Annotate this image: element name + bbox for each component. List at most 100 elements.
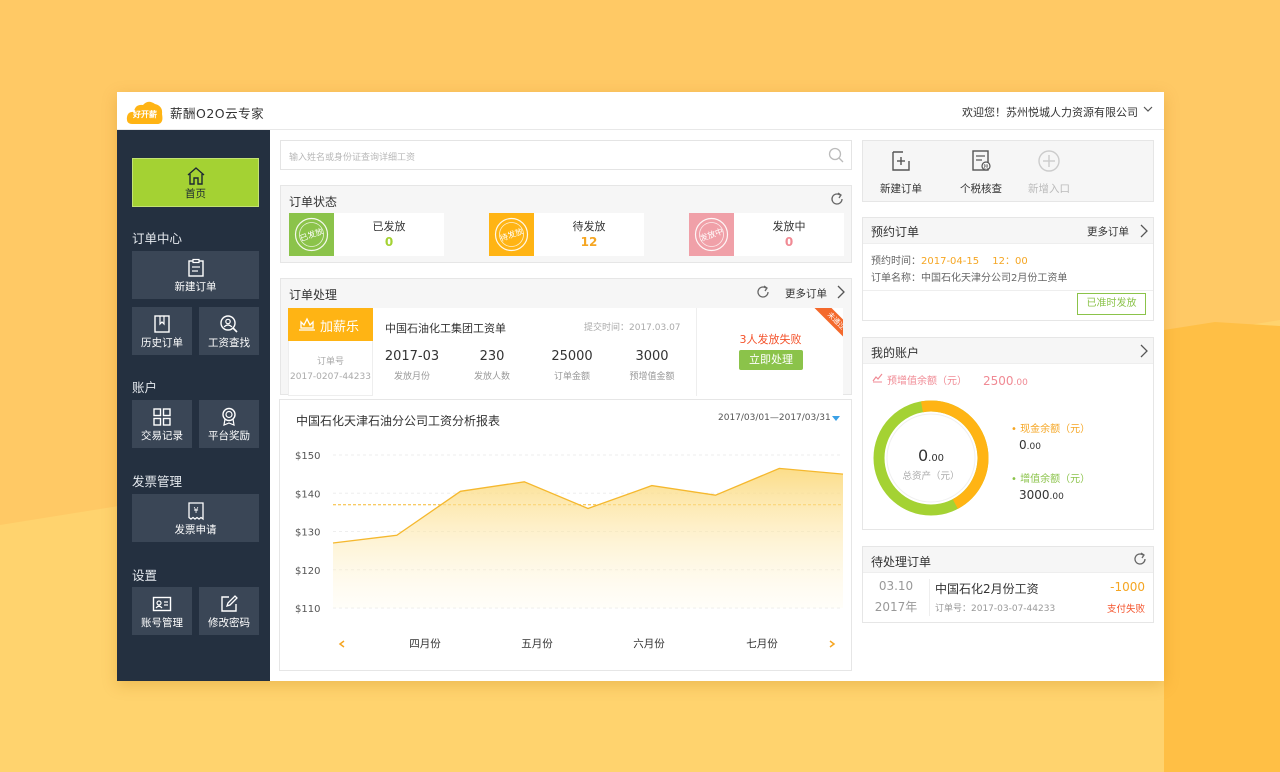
status-card-issued[interactable]: 已发放 已发放 0	[289, 213, 444, 256]
metric-headcount: 230 发放人数	[452, 349, 532, 382]
sidebar-item-label: 首页	[185, 188, 206, 200]
tool-label: 新建订单	[880, 183, 922, 195]
salary-chart-panel: 中国石化天津石油分公司工资分析报表 2017/03/01—2017/03/31 …	[279, 399, 852, 671]
receipt-icon: ¥	[187, 502, 204, 521]
metric-amount: 25000 订单金额	[532, 349, 612, 382]
stamp-issued-icon: 已发放	[289, 213, 334, 256]
submit-time: 提交时间：2017.03.07	[584, 323, 681, 333]
sidebar-item-label: 修改密码	[208, 617, 250, 629]
pending-order-no: 订单号：2017-03-07-44233	[935, 604, 1056, 614]
status-ribbon: 未通过	[809, 308, 843, 342]
sidebar-item-rewards[interactable]: 平台奖励	[199, 400, 259, 448]
account-title: 我的账户	[871, 346, 920, 360]
tool-new-order[interactable]: 新建订单	[865, 149, 937, 197]
sidebar-item-transactions[interactable]: 交易记录	[132, 400, 192, 448]
status-value: 0	[784, 235, 794, 249]
refresh-icon[interactable]	[756, 285, 770, 299]
status-card-pending[interactable]: 待发放 待发放 12	[489, 213, 644, 256]
order-process-panel: 订单处理 更多订单 加薪乐 订单号 2017-0207-44233 中国石油化工…	[280, 278, 852, 396]
chevron-down-icon[interactable]	[1143, 104, 1153, 114]
sidebar-item-label: 账号管理	[141, 617, 183, 629]
magnify-user-icon	[220, 315, 238, 333]
pending-year: 2017年	[874, 600, 918, 614]
pending-amount: -1000	[1110, 580, 1145, 594]
metric-label: 发放月份	[393, 372, 430, 382]
metric-label: 发放人数	[473, 372, 510, 382]
y-tick-label: $110	[295, 604, 320, 615]
reservation-title: 预约订单	[871, 225, 920, 239]
pending-order-panel: 待处理订单 03.10 2017年 中国石化2月份工资 订单号：2017-03-…	[862, 546, 1154, 623]
clipboard-icon	[187, 258, 204, 277]
ribbon-text: 未通过	[814, 308, 843, 342]
metric-month: 2017-03 发放月份	[372, 349, 452, 382]
sidebar-item-history-order[interactable]: 历史订单	[132, 307, 192, 355]
sidebar-group-title: 设置	[132, 568, 158, 583]
app-window: 好开薪 薪酬O2O云专家 欢迎您！苏州悦城人力资源有限公司 首页 订单中心 新建…	[117, 92, 1164, 681]
date-range-select[interactable]: 2017/03/01—2017/03/31	[718, 413, 831, 423]
sidebar-item-invoice-apply[interactable]: ¥ 发票申请	[132, 494, 259, 542]
issued-on-time-badge[interactable]: 已准时发放	[1077, 293, 1146, 315]
order-number-value: 2017-0207-44233	[290, 372, 371, 382]
app-title: 薪酬O2O云专家	[170, 106, 265, 121]
status-label: 已发放	[372, 220, 406, 233]
sidebar-item-salary-search[interactable]: 工资查找	[199, 307, 259, 355]
status-value: 0	[384, 235, 394, 249]
reservation-time-value: 2017-04-15 12：00	[921, 256, 1028, 267]
more-orders-link[interactable]: 更多订单	[785, 286, 827, 301]
refresh-icon[interactable]	[1133, 552, 1147, 566]
order-number-box: 订单号 2017-0207-44233	[288, 341, 373, 396]
total-asset-decimal: .00	[928, 453, 945, 464]
x-tick-label: 六月份	[633, 638, 665, 650]
y-tick-label: $120	[295, 566, 320, 577]
process-now-button[interactable]: 立即处理	[739, 350, 803, 370]
more-orders-link[interactable]: 更多订单	[1087, 224, 1129, 239]
search-icon[interactable]	[828, 147, 844, 163]
new-doc-plus-icon	[892, 151, 910, 171]
caret-down-icon[interactable]	[832, 414, 840, 422]
svg-text:¥: ¥	[193, 506, 198, 515]
metric-label: 订单金额	[553, 372, 590, 382]
total-asset-int: 0	[917, 446, 929, 465]
x-tick-label: 七月份	[746, 638, 778, 650]
metric-value: 230	[479, 349, 505, 364]
search-placeholder: 输入姓名或身份证查询详细工资	[289, 153, 416, 163]
metric-value: 25000	[551, 349, 593, 364]
metric-value: 2017-03	[384, 349, 440, 364]
status-value: 12	[580, 235, 598, 249]
sidebar-item-label: 发票申请	[174, 524, 217, 536]
tool-add-entry: 新增入口	[1013, 149, 1085, 197]
pre-balance-value: 2500.00	[983, 370, 1028, 389]
appreciation-balance-int: 3000	[1019, 488, 1050, 502]
chevron-right-icon[interactable]	[836, 285, 846, 299]
pre-balance-label: 预增值余额（元）	[887, 376, 967, 387]
pending-order-row[interactable]: 03.10 2017年 中国石化2月份工资 订单号：2017-03-07-442…	[863, 573, 1153, 622]
chevron-right-icon[interactable]	[1139, 224, 1149, 238]
sidebar-group-title: 账户	[132, 380, 158, 395]
chevron-right-icon[interactable]	[1139, 344, 1149, 358]
welcome-text[interactable]: 欢迎您！苏州悦城人力资源有限公司	[962, 104, 1138, 120]
tool-tax-check[interactable]: 税 个税核查	[945, 149, 1017, 197]
chart-title: 中国石化天津石油分公司工资分析报表	[296, 414, 501, 428]
pending-status: 支付失败	[1106, 604, 1145, 615]
cash-balance-decimal: .00	[1026, 442, 1041, 452]
order-card[interactable]: 加薪乐 订单号 2017-0207-44233 中国石油化工集团工资单 提交时间…	[288, 308, 843, 396]
sidebar-item-home[interactable]: 首页	[132, 158, 259, 207]
appreciation-balance: • 增值余额（元） 3000.00	[1011, 470, 1090, 502]
y-tick-label: $130	[295, 528, 320, 539]
refresh-icon[interactable]	[830, 192, 844, 206]
area-fill	[333, 468, 843, 608]
sidebar-item-account-manage[interactable]: 账号管理	[132, 587, 192, 635]
status-card-in-progress[interactable]: 发放中 发放中 0	[689, 213, 844, 256]
order-name: 中国石油化工集团工资单	[385, 322, 506, 335]
order-action-area: 3人发放失败 立即处理 未通过	[696, 308, 843, 396]
metric-appreciation: 3000 预增值金额	[612, 349, 692, 382]
appreciation-balance-decimal: .00	[1049, 492, 1064, 502]
sidebar-item-change-password[interactable]: 修改密码	[199, 587, 259, 635]
trend-chart-icon	[872, 373, 883, 383]
sidebar-item-new-order[interactable]: 新建订单	[132, 251, 259, 299]
search-input[interactable]: 输入姓名或身份证查询详细工资	[280, 140, 852, 170]
logo[interactable]: 好开薪	[126, 99, 164, 125]
sidebar-group-title: 订单中心	[132, 231, 183, 246]
reservation-panel: 预约订单 更多订单 预约时间：2017-04-15 12：00 订单名称：中国石…	[862, 217, 1154, 321]
appreciation-balance-label: • 增值余额（元）	[1011, 474, 1091, 485]
